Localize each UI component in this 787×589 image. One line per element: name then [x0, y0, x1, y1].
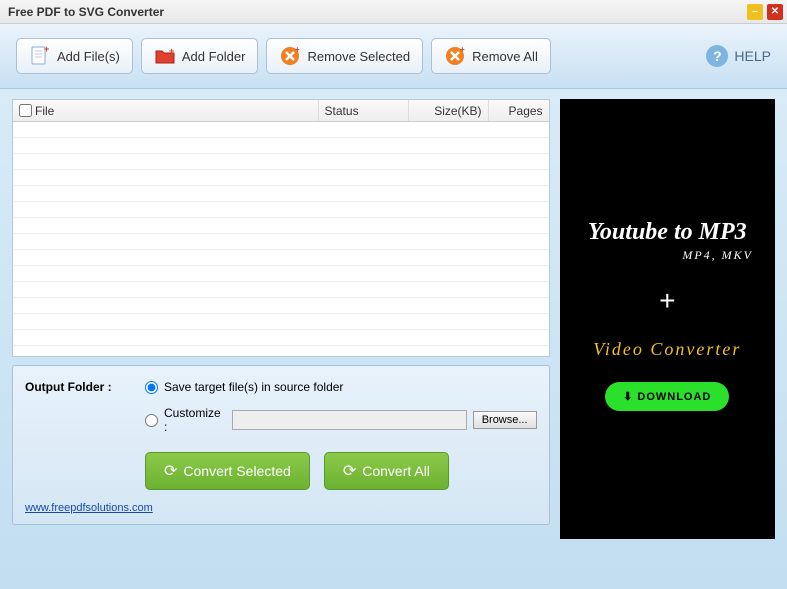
refresh-icon: ⟳	[164, 461, 177, 481]
remove-x-icon: +	[279, 45, 301, 67]
convert-all-label: Convert All	[362, 463, 430, 479]
radio-customize-input[interactable]	[145, 414, 158, 427]
output-source-row: Output Folder : Save target file(s) in s…	[25, 380, 537, 394]
window-title: Free PDF to SVG Converter	[4, 5, 164, 19]
radio-source-label: Save target file(s) in source folder	[164, 380, 343, 394]
svg-text:+: +	[295, 45, 300, 54]
remove-all-x-icon: +	[444, 45, 466, 67]
download-arrow-icon: ⬇	[623, 390, 633, 403]
svg-text:+: +	[44, 45, 49, 54]
table-row	[13, 330, 549, 346]
col-status[interactable]: Status	[319, 100, 409, 121]
svg-text:+: +	[169, 46, 174, 56]
remove-selected-label: Remove Selected	[307, 49, 410, 64]
close-button[interactable]: ✕	[767, 4, 783, 20]
col-file[interactable]: File	[13, 100, 319, 121]
radio-customize[interactable]: Customize :	[145, 406, 226, 434]
main-area: File Status Size(KB) Pages	[0, 89, 787, 589]
help-button[interactable]: ? HELP	[706, 45, 771, 67]
output-customize-row: Customize : Browse...	[145, 406, 537, 434]
toolbar: + Add File(s) + Add Folder + Remove Sele…	[0, 24, 787, 89]
ad-title: Youtube to MP3	[588, 219, 747, 246]
ad-panel: Youtube to MP3 MP4, MKV + Video Converte…	[560, 99, 775, 581]
table-row	[13, 314, 549, 330]
ad-download-label: DOWNLOAD	[637, 391, 711, 403]
help-icon: ?	[706, 45, 728, 67]
minimize-button[interactable]: –	[747, 4, 763, 20]
col-file-label: File	[35, 104, 54, 118]
refresh-icon: ⟳	[343, 461, 356, 481]
table-row	[13, 282, 549, 298]
select-all-checkbox[interactable]	[19, 104, 32, 117]
convert-selected-button[interactable]: ⟳ Convert Selected	[145, 452, 310, 490]
convert-selected-label: Convert Selected	[183, 463, 290, 479]
remove-all-label: Remove All	[472, 49, 538, 64]
table-row	[13, 202, 549, 218]
col-size[interactable]: Size(KB)	[409, 100, 489, 121]
convert-buttons: ⟳ Convert Selected ⟳ Convert All	[145, 452, 537, 490]
table-row	[13, 170, 549, 186]
add-files-label: Add File(s)	[57, 49, 120, 64]
remove-all-button[interactable]: + Remove All	[431, 38, 551, 74]
folder-plus-icon: +	[154, 45, 176, 67]
table-row	[13, 266, 549, 282]
table-row	[13, 138, 549, 154]
add-files-button[interactable]: + Add File(s)	[16, 38, 133, 74]
table-row	[13, 250, 549, 266]
table-row	[13, 122, 549, 138]
svg-text:+: +	[460, 45, 465, 54]
ad-subtitle: MP4, MKV	[682, 248, 753, 263]
window-controls: – ✕	[747, 4, 783, 20]
plus-icon: +	[659, 285, 675, 317]
help-label: HELP	[734, 48, 771, 64]
radio-source-input[interactable]	[145, 381, 158, 394]
file-table: File Status Size(KB) Pages	[12, 99, 550, 357]
custom-path-input[interactable]	[232, 410, 467, 430]
table-row	[13, 154, 549, 170]
ad-download-button[interactable]: ⬇ DOWNLOAD	[605, 382, 729, 411]
output-folder-label: Output Folder :	[25, 380, 135, 394]
table-body	[13, 122, 549, 356]
output-panel: Output Folder : Save target file(s) in s…	[12, 365, 550, 525]
remove-selected-button[interactable]: + Remove Selected	[266, 38, 423, 74]
browse-button[interactable]: Browse...	[473, 411, 537, 429]
file-plus-icon: +	[29, 45, 51, 67]
table-row	[13, 298, 549, 314]
convert-all-button[interactable]: ⟳ Convert All	[324, 452, 449, 490]
radio-customize-label: Customize :	[164, 406, 226, 434]
titlebar: Free PDF to SVG Converter – ✕	[0, 0, 787, 24]
add-folder-button[interactable]: + Add Folder	[141, 38, 259, 74]
ad-video-converter: Video Converter	[593, 339, 741, 360]
ad-content[interactable]: Youtube to MP3 MP4, MKV + Video Converte…	[560, 99, 775, 539]
add-folder-label: Add Folder	[182, 49, 246, 64]
radio-source[interactable]: Save target file(s) in source folder	[145, 380, 343, 394]
col-pages[interactable]: Pages	[489, 100, 549, 121]
left-column: File Status Size(KB) Pages	[12, 99, 550, 581]
footer-link[interactable]: www.freepdfsolutions.com	[25, 502, 153, 514]
table-row	[13, 218, 549, 234]
table-row	[13, 186, 549, 202]
table-row	[13, 234, 549, 250]
table-header: File Status Size(KB) Pages	[13, 100, 549, 122]
